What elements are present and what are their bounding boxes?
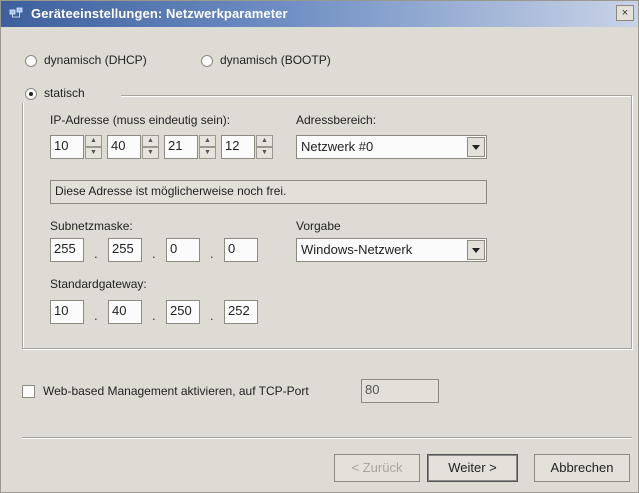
close-button[interactable]: × [616, 5, 634, 21]
title-bar: Geräteeinstellungen: Netzwerkparameter × [1, 1, 638, 27]
spin-down-icon[interactable]: ▼ [85, 147, 102, 159]
dhcp-label[interactable]: dynamisch (DHCP) [44, 53, 147, 67]
subnet-dot-3: . [210, 246, 214, 261]
gateway-octet-3[interactable]: 250 [166, 300, 200, 324]
ip-octet-4-spinner[interactable]: ▲ ▼ [256, 135, 273, 159]
close-icon: × [621, 7, 629, 19]
status-message: Diese Adresse ist möglicherweise noch fr… [50, 180, 487, 204]
dropdown-arrow-icon[interactable] [467, 137, 485, 157]
bootp-radio[interactable] [201, 55, 213, 67]
gateway-octet-2[interactable]: 40 [108, 300, 142, 324]
ip-octet-3[interactable]: 21 [164, 135, 198, 159]
gateway-octet-4[interactable]: 252 [224, 300, 258, 324]
spin-up-icon[interactable]: ▲ [256, 135, 273, 147]
spin-up-icon[interactable]: ▲ [199, 135, 216, 147]
subnet-octet-4[interactable]: 0 [224, 238, 258, 262]
gateway-octet-1[interactable]: 10 [50, 300, 84, 324]
subnet-label: Subnetzmaske: [50, 219, 133, 233]
subnet-dot-1: . [94, 246, 98, 261]
range-value: Netzwerk #0 [301, 139, 374, 154]
button-separator [22, 437, 632, 439]
subnet-dot-2: . [152, 246, 156, 261]
spin-down-icon[interactable]: ▼ [142, 147, 159, 159]
subnet-octet-3[interactable]: 0 [166, 238, 200, 262]
subnet-octet-1[interactable]: 255 [50, 238, 84, 262]
cancel-button[interactable]: Abbrechen [534, 454, 630, 482]
web-management-label[interactable]: Web-based Management aktivieren, auf TCP… [43, 384, 309, 398]
gateway-dot-1: . [94, 308, 98, 323]
tcp-port-field[interactable]: 80 [361, 379, 439, 403]
preset-label: Vorgabe [296, 219, 341, 233]
ip-octet-4[interactable]: 12 [221, 135, 255, 159]
settings-dialog: Geräteeinstellungen: Netzwerkparameter ×… [0, 0, 639, 493]
gateway-dot-2: . [152, 308, 156, 323]
subnet-octet-2[interactable]: 255 [108, 238, 142, 262]
next-button[interactable]: Weiter > [427, 454, 518, 482]
window-title: Geräteeinstellungen: Netzwerkparameter [31, 6, 288, 21]
ip-label: IP-Adresse (muss eindeutig sein): [50, 113, 231, 127]
back-button[interactable]: < Zurück [334, 454, 420, 482]
dhcp-radio[interactable] [25, 55, 37, 67]
spin-down-icon[interactable]: ▼ [199, 147, 216, 159]
static-radio[interactable] [25, 88, 37, 100]
spin-up-icon[interactable]: ▲ [85, 135, 102, 147]
static-label[interactable]: statisch [44, 86, 85, 100]
ip-octet-3-spinner[interactable]: ▲ ▼ [199, 135, 216, 159]
preset-select[interactable]: Windows-Netzwerk [296, 238, 487, 262]
dropdown-arrow-icon[interactable] [467, 240, 485, 260]
range-select[interactable]: Netzwerk #0 [296, 135, 487, 159]
gateway-dot-3: . [210, 308, 214, 323]
bootp-label[interactable]: dynamisch (BOOTP) [220, 53, 331, 67]
ip-octet-2[interactable]: 40 [107, 135, 141, 159]
ip-octet-1[interactable]: 10 [50, 135, 84, 159]
gateway-label: Standardgateway: [50, 277, 147, 291]
range-label: Adressbereich: [296, 113, 377, 127]
web-management-checkbox[interactable] [22, 385, 35, 398]
ip-octet-2-spinner[interactable]: ▲ ▼ [142, 135, 159, 159]
spin-up-icon[interactable]: ▲ [142, 135, 159, 147]
preset-value: Windows-Netzwerk [301, 242, 413, 257]
spin-down-icon[interactable]: ▼ [256, 147, 273, 159]
network-icon [9, 7, 23, 18]
ip-octet-1-spinner[interactable]: ▲ ▼ [85, 135, 102, 159]
